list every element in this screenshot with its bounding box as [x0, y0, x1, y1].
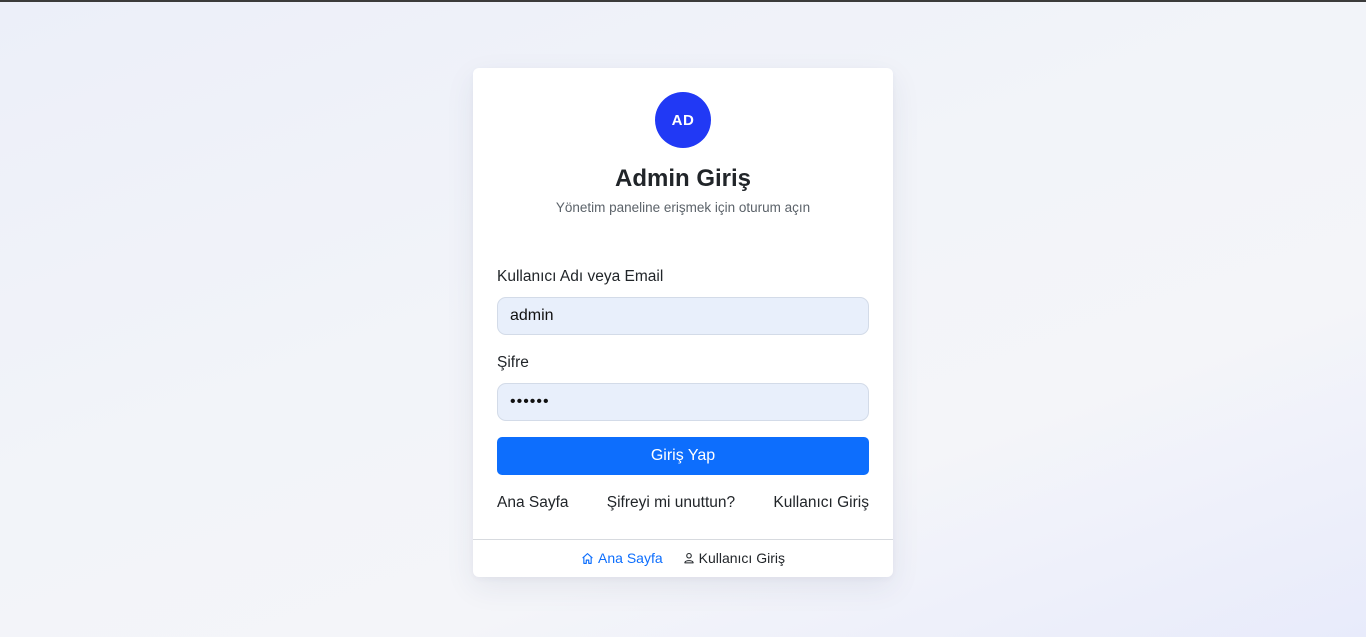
avatar: AD [655, 92, 711, 148]
footer-home-link[interactable]: Ana Sayfa [581, 550, 663, 566]
card-footer: Ana Sayfa Kullanıcı Giriş [473, 550, 893, 566]
footer-user-login-link[interactable]: Kullanıcı Giriş [683, 550, 785, 566]
login-button[interactable]: Giriş Yap [497, 437, 869, 475]
username-label: Kullanıcı Adı veya Email [497, 268, 664, 285]
username-field[interactable] [497, 297, 869, 335]
password-field[interactable] [497, 383, 869, 421]
top-strip [0, 0, 1366, 2]
home-icon [581, 552, 594, 565]
login-card: AD Admin Giriş Yönetim paneline erişmek … [473, 68, 893, 577]
links-row: Ana Sayfa Şifreyi mi unuttun? Kullanıcı … [497, 494, 869, 512]
forgot-password-link[interactable]: Şifreyi mi unuttun? [607, 494, 735, 512]
footer-user-label: Kullanıcı Giriş [698, 550, 785, 566]
home-link[interactable]: Ana Sayfa [497, 494, 569, 512]
page-subtitle: Yönetim paneline erişmek için oturum açı… [555, 200, 811, 215]
page-title: Admin Giriş [614, 165, 752, 192]
divider [473, 539, 893, 540]
footer-home-label: Ana Sayfa [598, 550, 663, 566]
password-label: Şifre [497, 354, 529, 371]
person-icon [683, 552, 695, 564]
user-login-link[interactable]: Kullanıcı Giriş [773, 494, 869, 512]
